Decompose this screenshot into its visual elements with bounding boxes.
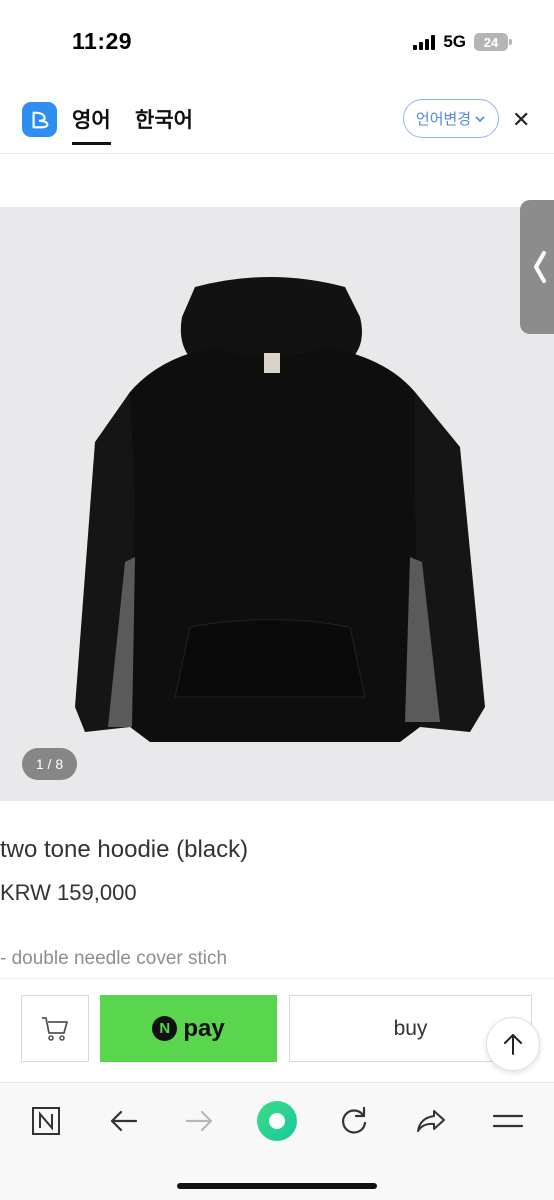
- add-to-cart-button[interactable]: [21, 995, 89, 1062]
- back-arrow-icon[interactable]: [101, 1099, 145, 1143]
- side-panel-tab[interactable]: [520, 200, 554, 334]
- translate-app-logo-icon: [22, 102, 57, 137]
- product-price: KRW 159,000: [0, 880, 137, 905]
- product-title: two tone hoodie (black): [0, 836, 249, 863]
- share-icon[interactable]: [409, 1099, 453, 1143]
- product-description: - double needle cover stich: [0, 948, 228, 969]
- status-bar: 11:29 5G 24: [0, 0, 554, 80]
- change-language-button[interactable]: 언어변경: [403, 99, 499, 138]
- tab-english[interactable]: 영어: [72, 104, 111, 145]
- translation-header: 영어 한국어 언어변경 ✕: [0, 80, 554, 154]
- network-type: 5G: [443, 32, 466, 51]
- battery-icon: 24: [474, 33, 512, 51]
- cart-icon: [42, 1016, 68, 1041]
- tab-korean[interactable]: 한국어: [135, 104, 193, 142]
- home-green-circle-icon[interactable]: [255, 1099, 299, 1143]
- status-time: 11:29: [72, 28, 133, 54]
- menu-icon[interactable]: [486, 1099, 530, 1143]
- status-indicators: 5G 24: [413, 32, 512, 52]
- pay-label: pay: [183, 1014, 225, 1042]
- naver-n-badge: N: [152, 1016, 178, 1041]
- image-counter-badge: 1 / 8: [22, 748, 77, 780]
- signal-icon: [413, 34, 436, 50]
- product-image-carousel[interactable]: 1 / 8: [0, 207, 554, 801]
- change-language-label: 언어변경: [415, 111, 472, 128]
- home-indicator: [177, 1183, 377, 1189]
- chevron-down-icon: [475, 115, 485, 122]
- refresh-icon[interactable]: [332, 1099, 376, 1143]
- close-icon[interactable]: ✕: [512, 107, 530, 133]
- browser-toolbar: [0, 1082, 554, 1200]
- purchase-action-bar: N pay buy: [0, 978, 554, 1082]
- hoodie-product-image: [75, 277, 485, 742]
- scroll-to-top-button[interactable]: [486, 1017, 540, 1071]
- battery-level: 24: [483, 34, 499, 50]
- naver-pay-button[interactable]: N pay: [100, 995, 277, 1062]
- forward-arrow-icon[interactable]: [178, 1099, 222, 1143]
- chevron-left-icon: [534, 251, 546, 283]
- arrow-up-icon: [504, 1034, 522, 1055]
- naver-n-icon[interactable]: [24, 1099, 68, 1143]
